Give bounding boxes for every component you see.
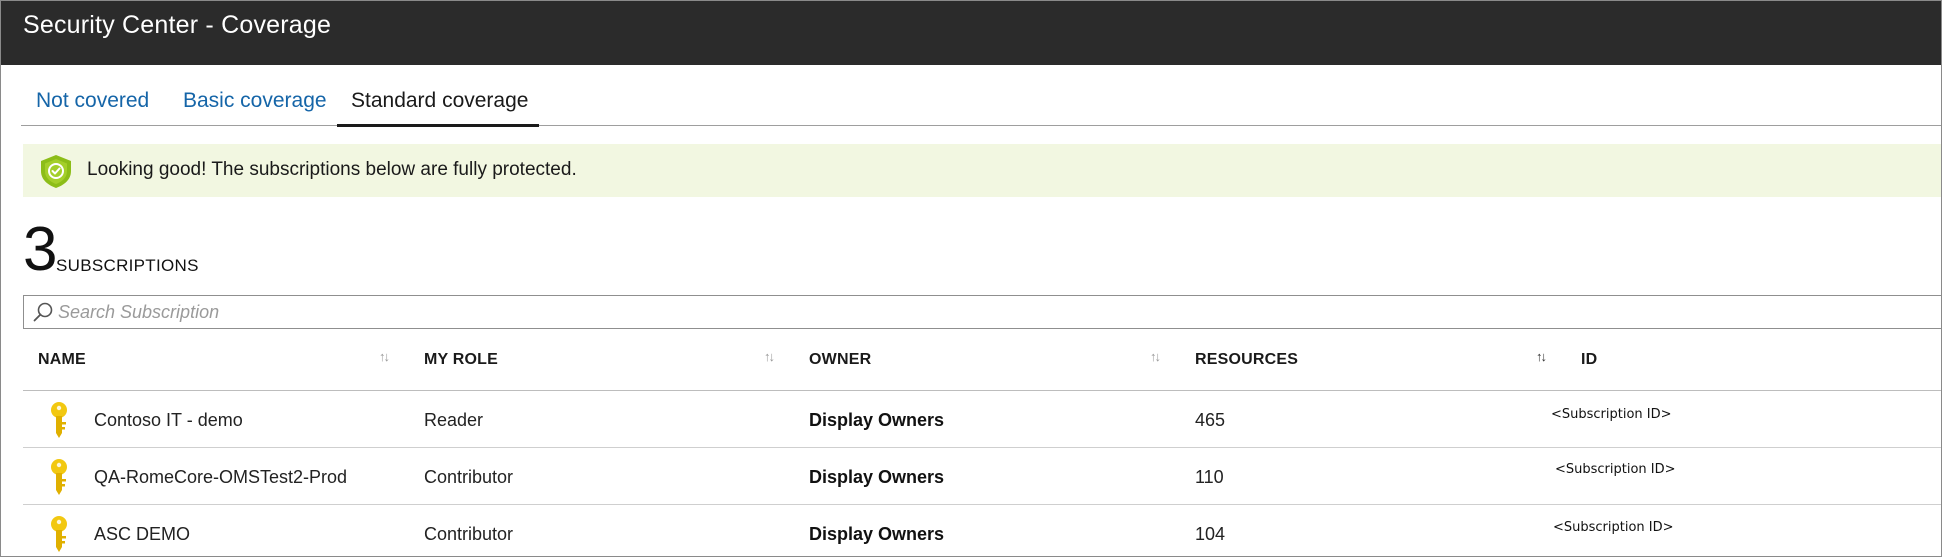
column-header-resources[interactable]: RESOURCES (1195, 351, 1298, 369)
my-role: Contributor (424, 524, 514, 544)
table-row[interactable]: Contoso IT - demo Reader Display Owners … (23, 391, 1941, 448)
banner-message: Looking good! The subscriptions below ar… (87, 159, 577, 180)
table-row[interactable]: ASC DEMO Contributor Display Owners 104 … (23, 505, 1941, 556)
key-icon (51, 516, 67, 552)
selected-tab-indicator (337, 124, 539, 127)
table-header: NAME ↑↓ MY ROLE ↑↓ OWNER ↑↓ RESOURCES ↑↓… (23, 341, 1941, 391)
security-center-window: Security Center - Coverage Not covered B… (0, 0, 1942, 557)
title-bar: Security Center - Coverage (1, 1, 1941, 65)
coverage-tabs: Not covered Basic coverage Standard cove… (21, 79, 1941, 127)
search-box[interactable] (23, 295, 1941, 329)
sort-role-icon[interactable]: ↑↓ (764, 349, 775, 364)
column-header-my-role[interactable]: MY ROLE (424, 351, 498, 369)
sort-resources-icon[interactable]: ↑↓ (1536, 349, 1547, 364)
column-header-id[interactable]: ID (1581, 351, 1597, 369)
resource-count: 110 (1195, 467, 1224, 487)
sort-name-icon[interactable]: ↑↓ (379, 349, 390, 364)
column-header-owner[interactable]: OWNER (809, 351, 871, 369)
table-row[interactable]: QA-RomeCore-OMSTest2-Prod Contributor Di… (23, 448, 1941, 505)
subscription-name[interactable]: QA-RomeCore-OMSTest2-Prod (94, 467, 347, 488)
key-icon (51, 402, 67, 438)
search-icon (33, 302, 53, 322)
display-owners-link[interactable]: Display Owners (809, 467, 944, 488)
tab-basic-coverage[interactable]: Basic coverage (183, 89, 327, 113)
subscription-id: <Subscription ID> (1555, 462, 1676, 477)
resource-count: 465 (1195, 410, 1226, 430)
search-input[interactable] (58, 299, 858, 325)
window-title: Security Center - Coverage (23, 11, 332, 39)
display-owners-link[interactable]: Display Owners (809, 524, 944, 545)
column-header-name[interactable]: NAME (38, 351, 86, 369)
shield-check-icon (41, 155, 71, 188)
subscription-name[interactable]: ASC DEMO (94, 524, 190, 545)
resource-count: 104 (1195, 524, 1226, 544)
subscription-id: <Subscription ID> (1553, 520, 1674, 535)
status-banner: Looking good! The subscriptions below ar… (23, 144, 1941, 197)
subscription-count: 3 (23, 215, 58, 284)
tab-standard-coverage[interactable]: Standard coverage (351, 89, 528, 113)
sort-owner-icon[interactable]: ↑↓ (1150, 349, 1161, 364)
my-role: Reader (424, 410, 484, 430)
subscription-name[interactable]: Contoso IT - demo (94, 410, 243, 431)
display-owners-link[interactable]: Display Owners (809, 410, 944, 431)
subscription-count-label: SUBSCRIPTIONS (56, 256, 199, 275)
tab-not-covered[interactable]: Not covered (36, 89, 149, 113)
key-icon (51, 459, 67, 495)
subscription-id: <Subscription ID> (1551, 407, 1672, 422)
my-role: Contributor (424, 467, 514, 487)
